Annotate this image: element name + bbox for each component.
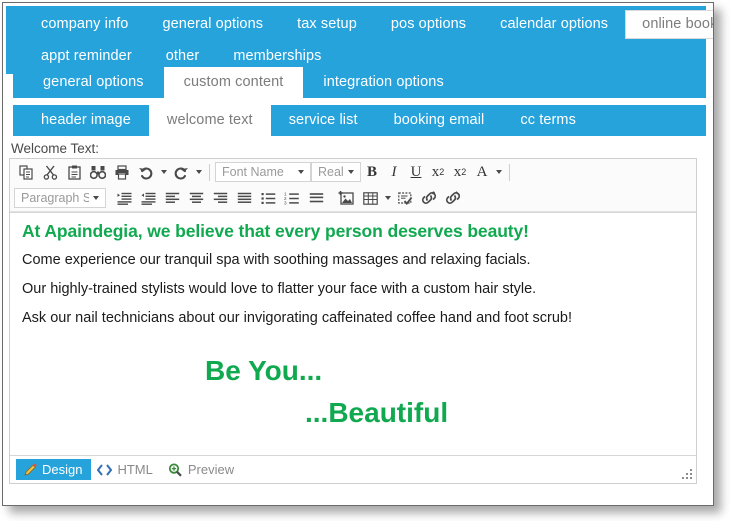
superscript-exponent: 2	[439, 167, 445, 177]
table-dropdown-caret[interactable]	[382, 187, 393, 209]
font-size-select[interactable]: Real...	[311, 162, 361, 182]
italic-button[interactable]: I	[383, 161, 405, 183]
spell-check-icon[interactable]	[393, 187, 417, 209]
primary-tab-bar: company info general options tax setup p…	[6, 6, 713, 74]
subscript-index: 2	[461, 167, 467, 177]
tab-custom-content[interactable]: custom content	[163, 67, 304, 98]
print-icon[interactable]	[110, 161, 134, 183]
resize-grip-handle[interactable]	[682, 469, 692, 479]
numbered-list-icon[interactable]: 1 2 3	[280, 187, 304, 209]
code-icon	[97, 462, 113, 477]
font-name-value: Font Name	[222, 165, 284, 179]
tab-integration-options[interactable]: integration options	[303, 67, 463, 98]
font-name-select[interactable]: Font Name	[215, 162, 311, 182]
pencil-icon	[22, 462, 37, 477]
align-center-icon[interactable]	[184, 187, 208, 209]
subscript-button[interactable]: x2	[449, 161, 471, 183]
document-paragraph: Ask our nail technicians about our invig…	[22, 310, 573, 326]
mode-tab-html-label: HTML	[117, 462, 153, 477]
secondary-tab-bar: general options custom content integrati…	[13, 67, 706, 98]
chevron-down-icon	[294, 170, 308, 174]
find-icon[interactable]	[86, 161, 110, 183]
insert-image-icon[interactable]	[334, 187, 358, 209]
insert-table-icon[interactable]	[358, 187, 382, 209]
indent-increase-icon[interactable]	[112, 187, 136, 209]
mode-tab-preview[interactable]: Preview	[162, 459, 243, 480]
paragraph-style-select[interactable]: Paragraph St...	[14, 188, 106, 208]
insert-link-icon[interactable]	[417, 187, 441, 209]
toolbar-row-2: Paragraph St...	[10, 185, 696, 211]
tab-general-options[interactable]: general options	[145, 10, 280, 39]
editor-content-area[interactable]: At Apaindegia, we believe that every per…	[10, 212, 696, 455]
cut-icon[interactable]	[38, 161, 62, 183]
magnifier-icon	[168, 462, 183, 477]
tab-calendar-options[interactable]: calendar options	[483, 10, 625, 39]
tab-booking-email[interactable]: booking email	[376, 105, 503, 136]
welcome-text-label: Welcome Text:	[11, 141, 100, 156]
underline-button[interactable]: U	[405, 161, 427, 183]
mode-tab-html[interactable]: HTML	[91, 459, 161, 480]
redo-dropdown-caret[interactable]	[193, 161, 204, 183]
document-heading: At Apaindegia, we believe that every per…	[22, 221, 529, 241]
tertiary-tab-bar: header image welcome text service list b…	[13, 105, 706, 136]
mode-tab-preview-label: Preview	[187, 462, 235, 477]
redo-icon[interactable]	[169, 161, 193, 183]
bold-button[interactable]: B	[361, 161, 383, 183]
undo-dropdown-caret[interactable]	[158, 161, 169, 183]
undo-icon[interactable]	[134, 161, 158, 183]
chevron-down-icon	[344, 170, 358, 174]
mode-tab-design-label: Design	[42, 462, 83, 477]
copy-icon[interactable]	[14, 161, 38, 183]
tagline-line-2: ...Beautiful	[305, 397, 449, 428]
mode-tab-design[interactable]: Design	[16, 459, 92, 480]
toolbar-row-1: Font Name Real... B I U x2 x2 A	[10, 159, 696, 185]
font-color-dropdown-caret[interactable]	[493, 161, 504, 183]
font-size-value: Real...	[318, 165, 344, 179]
paragraph-style-value: Paragraph St...	[21, 191, 89, 205]
primary-tab-row-1: company info general options tax setup p…	[6, 10, 713, 42]
tab-pos-options[interactable]: pos options	[374, 10, 483, 39]
document-paragraph: Our highly-trained stylists would love t…	[22, 281, 537, 297]
tagline-line-1: Be You...	[205, 355, 323, 386]
tab-company-info[interactable]: company info	[24, 10, 145, 39]
settings-window: company info general options tax setup p…	[2, 2, 714, 506]
superscript-button[interactable]: x2	[427, 161, 449, 183]
superscript-base: x	[431, 163, 440, 180]
remove-link-icon[interactable]	[441, 187, 465, 209]
editor-mode-bar: Design HTML Preview	[10, 455, 696, 483]
tab-tax-setup[interactable]: tax setup	[280, 10, 374, 39]
align-right-icon[interactable]	[208, 187, 232, 209]
indent-decrease-icon[interactable]	[136, 187, 160, 209]
document-paragraph: Come experience our tranquil spa with so…	[22, 252, 531, 268]
toolbar-separator	[209, 163, 210, 181]
tab-welcome-text[interactable]: welcome text	[148, 105, 271, 136]
tab-general-options-sub[interactable]: general options	[23, 67, 164, 98]
font-color-button[interactable]: A	[471, 161, 493, 183]
align-left-icon[interactable]	[160, 187, 184, 209]
line-spacing-icon[interactable]	[304, 187, 328, 209]
tab-service-list[interactable]: service list	[271, 105, 376, 136]
tab-online-booking[interactable]: online booking	[625, 10, 713, 39]
tab-header-image[interactable]: header image	[23, 105, 149, 136]
bullet-list-icon[interactable]	[256, 187, 280, 209]
paste-icon[interactable]	[62, 161, 86, 183]
align-justify-icon[interactable]	[232, 187, 256, 209]
tab-cc-terms[interactable]: cc terms	[502, 105, 594, 136]
rich-text-editor: Font Name Real... B I U x2 x2 A	[9, 158, 697, 484]
chevron-down-icon	[89, 196, 103, 200]
svg-text:3: 3	[284, 200, 287, 205]
editor-toolbar: Font Name Real... B I U x2 x2 A	[10, 159, 696, 212]
subscript-base: x	[453, 163, 462, 180]
toolbar-separator	[509, 163, 510, 181]
